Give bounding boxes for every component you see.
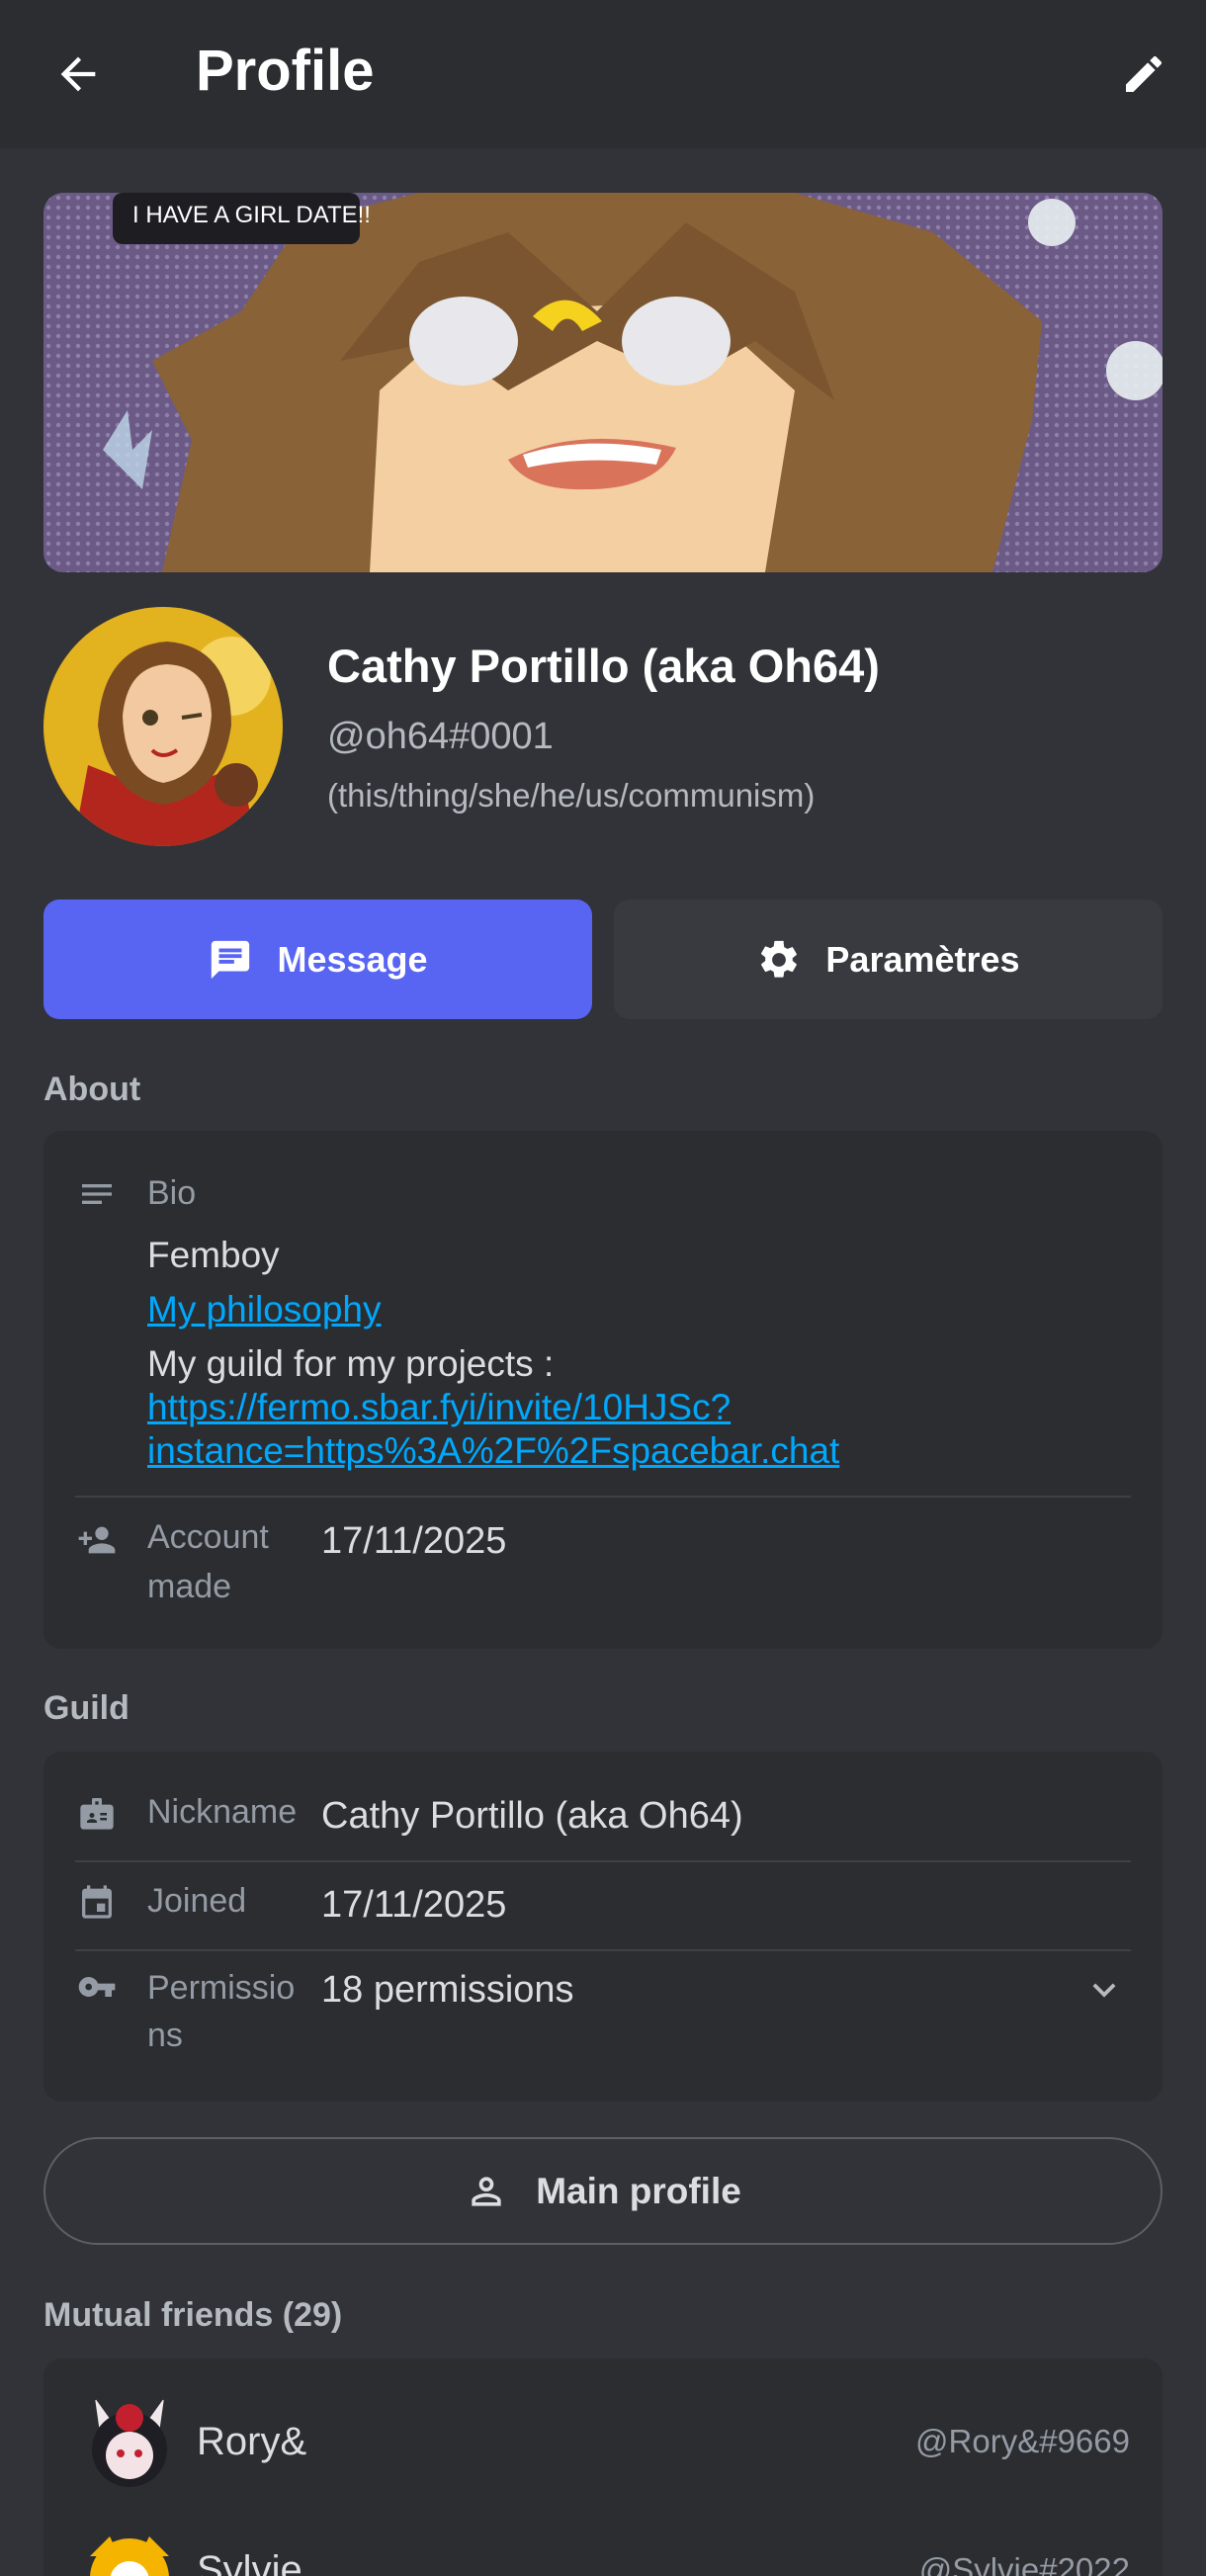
account-made-label-line1: Account (147, 1518, 269, 1556)
mutual-friends-title: Mutual friends (29) (43, 2296, 343, 2334)
person-outline-icon (472, 2176, 501, 2206)
chat-bubble-icon (212, 940, 250, 979)
permissions-value: 18 permissions (321, 1969, 574, 2011)
bio-text: Femboy (147, 1235, 280, 1275)
bio-label: Bio (147, 1174, 197, 1212)
bio-guild-text: My guild for my projects : (147, 1343, 555, 1384)
main-profile-label: Main profile (536, 2170, 741, 2211)
pronouns: (this/thing/she/he/us/communism) (327, 777, 816, 814)
page-title: Profile (196, 39, 375, 103)
about-section-title: About (43, 1071, 141, 1108)
list-item[interactable]: Rory& @Rory&#9669 (43, 2359, 1163, 2497)
friend-tag: @Rory&#9669 (915, 2423, 1130, 2459)
list-item[interactable]: Sylvie @Sylvie#2022 (43, 2487, 1163, 2576)
account-made-value: 17/11/2025 (321, 1520, 507, 1562)
message-button[interactable]: Message (43, 900, 592, 1019)
avatar (75, 2517, 184, 2576)
account-made-label-line2: made (147, 1568, 232, 1605)
nickname-value: Cathy Portillo (aka Oh64) (321, 1795, 743, 1837)
person-add-icon (75, 1518, 119, 1562)
guild-invite-link-line1[interactable]: https://fermo.sbar.fyi/invite/10HJSc? (147, 1386, 731, 1429)
permissions-label-line2: ns (147, 2017, 183, 2054)
settings-button-label: Paramètres (825, 938, 1020, 980)
display-name: Cathy Portillo (aka Oh64) (327, 640, 880, 692)
guild-invite-link-line2[interactable]: instance=https%3A%2F%2Fspacebar.chat (147, 1429, 839, 1473)
avatar (75, 2388, 184, 2497)
calendar-icon (75, 1880, 119, 1924)
joined-label: Joined (147, 1882, 247, 1920)
joined-value: 17/11/2025 (321, 1884, 507, 1926)
main-profile-button[interactable]: Main profile (43, 2137, 1163, 2245)
arrow-back-icon (60, 56, 96, 92)
key-icon (75, 1965, 119, 2009)
divider (75, 1496, 1131, 1498)
philosophy-link[interactable]: My philosophy (147, 1288, 382, 1331)
about-card: Bio Femboy My philosophy My guild for my… (43, 1131, 1163, 1649)
username: @oh64#0001 (327, 716, 554, 757)
mutual-friends-card: Rory& @Rory&#9669 Sylvie @Sylvie#2022 (43, 2359, 1163, 2576)
gear-icon (761, 940, 798, 978)
banner-speech-text: I HAVE A GIRL DATE!! (132, 202, 371, 228)
profile-avatar[interactable] (43, 607, 283, 846)
badge-icon (75, 1791, 119, 1835)
guild-section-title: Guild (43, 1689, 129, 1727)
back-button[interactable] (43, 40, 113, 109)
guild-card: Nickname Cathy Portillo (aka Oh64) Joine… (43, 1752, 1163, 2102)
friend-tag: @Sylvie#2022 (918, 2551, 1130, 2576)
friend-name: Rory& (197, 2420, 307, 2463)
settings-button[interactable]: Paramètres (614, 900, 1163, 1019)
friend-name: Sylvie (197, 2548, 302, 2576)
pencil-icon (1126, 55, 1163, 92)
app-bar: Profile (0, 0, 1206, 148)
permissions-label-line1: Permissio (147, 1969, 296, 2007)
nickname-label: Nickname (147, 1793, 298, 1831)
edit-button[interactable] (1109, 40, 1178, 109)
divider (75, 1860, 1131, 1862)
profile-banner: I HAVE A GIRL DATE!! (43, 193, 1163, 572)
permissions-row[interactable]: Permissio ns 18 permissions (43, 1951, 1163, 2090)
message-button-label: Message (277, 938, 428, 980)
chevron-down-icon[interactable] (1081, 1967, 1127, 2013)
notes-icon (75, 1172, 119, 1216)
